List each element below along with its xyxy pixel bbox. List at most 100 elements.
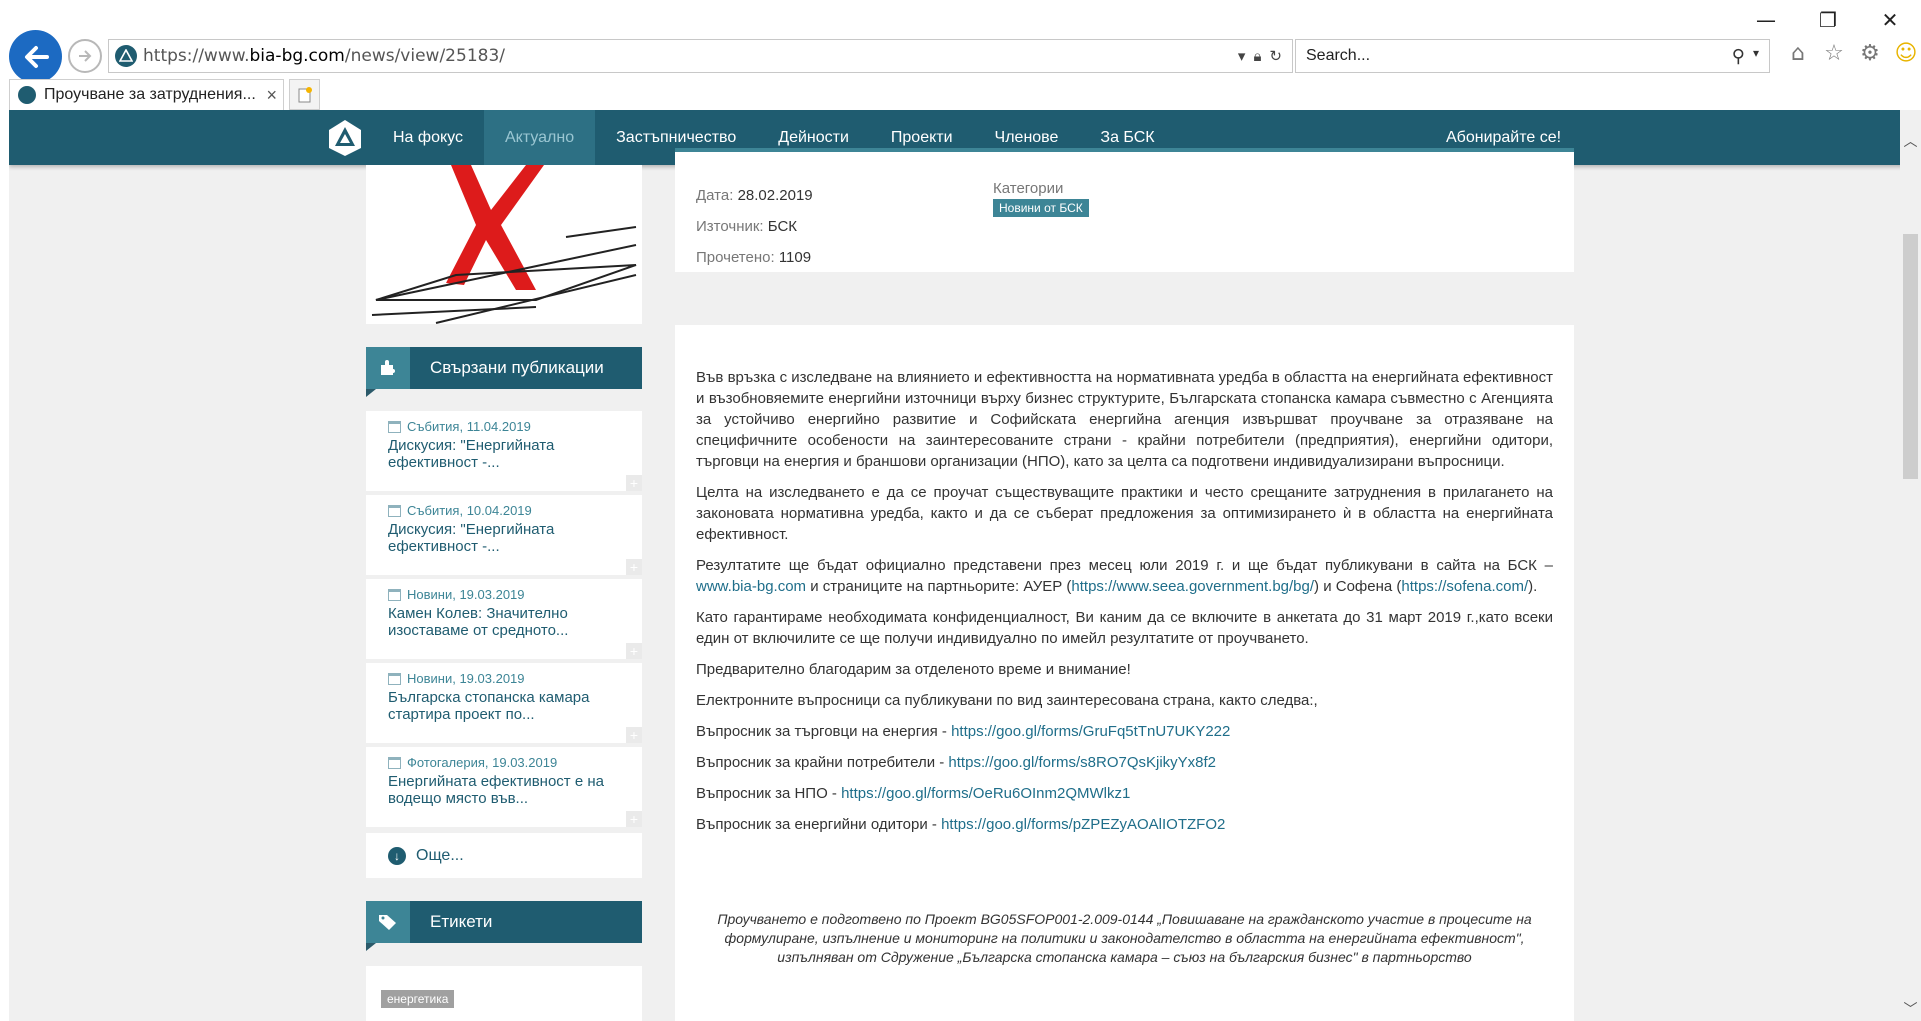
publication-meta-text: Новини, 19.03.2019 (407, 671, 525, 686)
nav-item-current[interactable]: Актуално (483, 110, 596, 165)
home-icon[interactable]: ⌂ (1785, 40, 1811, 66)
search-tools: ⚲ ▾ (1732, 46, 1769, 67)
article-paragraph: Като гарантираме необходимата конфиденци… (696, 609, 1553, 647)
tab-title: Проучване за затруднения... (44, 86, 256, 103)
questionnaire-row: Въпросник за енергийни одитори - https:/… (696, 814, 1553, 835)
article-paragraph: Резултатите ще бъдат официално представе… (696, 555, 1553, 597)
text: ). (1528, 578, 1538, 595)
scroll-up-icon[interactable]: ︿ (1900, 130, 1921, 151)
category-badge[interactable]: Новини от БСК (993, 199, 1089, 217)
bsk-site-link[interactable]: www.bia-bg.com (696, 578, 806, 595)
chevron-down-icon[interactable]: ▾ (1753, 46, 1759, 67)
address-bar[interactable]: https://www.bia-bg.com/news/view/25183/ … (108, 39, 1293, 73)
publication-meta-text: Събития, 11.04.2019 (407, 419, 531, 434)
url-prefix: https://www. (143, 46, 250, 66)
plus-icon[interactable]: + (626, 811, 642, 827)
search-box[interactable]: ⚲ ▾ (1295, 39, 1770, 73)
close-tab-icon[interactable]: × (260, 85, 283, 106)
read-value: 1109 (778, 249, 812, 266)
page-viewport: На фокус Актуално Застъпничество Дейност… (9, 110, 1909, 1021)
url-text[interactable]: https://www.bia-bg.com/news/view/25183/ (143, 46, 1238, 66)
related-publications-title: Свързани публикации (430, 358, 604, 377)
close-window-button[interactable]: ✕ (1859, 0, 1921, 40)
scroll-down-icon[interactable]: ﹀ (1900, 998, 1921, 1019)
search-icon[interactable]: ⚲ (1732, 46, 1745, 67)
browser-chrome: — ❐ ✕ https://www.bia-bg.com/news/view/2… (0, 0, 1921, 110)
star-icon[interactable]: ☆ (1821, 40, 1847, 66)
questionnaire-row: Въпросник за НПО - https://goo.gl/forms/… (696, 783, 1553, 804)
nav-item-focus[interactable]: На фокус (372, 110, 484, 165)
dropdown-icon[interactable]: ▾ (1238, 47, 1246, 65)
plus-icon[interactable]: + (626, 727, 642, 743)
publication-title[interactable]: Енергийната ефективност е на водещо мяст… (388, 773, 620, 807)
photo-icon (388, 756, 401, 769)
publication-title[interactable]: Дискусия: "Енергийната ефективност -... (388, 521, 620, 555)
date-row: Дата: 28.02.2019 (696, 180, 813, 211)
meta-info: Дата: 28.02.2019 Източник: БСК Прочетено… (696, 180, 813, 273)
plus-icon[interactable]: + (626, 559, 642, 575)
news-icon (388, 588, 401, 601)
seea-link[interactable]: https://www.seea.government.bg/bg/ (1071, 578, 1314, 595)
search-input[interactable] (1306, 47, 1732, 65)
article-body: Във връзка с изследване на влиянието и е… (675, 325, 1574, 1021)
news-icon (388, 672, 401, 685)
questionnaire-label: Въпросник за енергийни одитори - (696, 816, 942, 833)
address-tools: ▾ 🔒︎ ↻ (1238, 47, 1292, 66)
tab-favicon-icon (18, 86, 36, 104)
questionnaire-link[interactable]: https://goo.gl/forms/pZPEZyAOAlIOTZFO2 (941, 816, 1225, 833)
ballot-x-image (371, 165, 637, 324)
publication-meta: Събития, 10.04.2019 (388, 503, 620, 518)
minimize-button[interactable]: — (1735, 0, 1797, 40)
restore-button[interactable]: ❐ (1797, 0, 1859, 40)
publication-item[interactable]: Събития, 11.04.2019 Дискусия: "Енергийна… (366, 411, 642, 491)
publication-item[interactable]: Събития, 10.04.2019 Дискусия: "Енергийна… (366, 495, 642, 575)
questionnaire-link[interactable]: https://goo.gl/forms/GruFq5tTnU7UKY222 (951, 723, 1230, 740)
scrollbar-thumb[interactable] (1903, 234, 1918, 479)
questionnaire-link[interactable]: https://goo.gl/forms/OeRu6OInm2QMWlkz1 (841, 785, 1130, 802)
calendar-icon (388, 504, 401, 517)
publication-title[interactable]: Българска стопанска камара стартира прое… (388, 689, 620, 723)
tags-list: енергетика (366, 966, 642, 1021)
more-publications-link[interactable]: ↓ Още... (366, 833, 642, 878)
smiley-feedback-icon[interactable]: ☺ (1893, 40, 1919, 66)
lock-icon[interactable]: 🔒︎ (1253, 48, 1261, 65)
article-paragraph: Целта на изследването е да се проучат съ… (696, 484, 1553, 543)
plus-icon[interactable]: + (626, 475, 642, 491)
new-tab-icon (298, 86, 312, 102)
article-paragraph: Във връзка с изследване на влиянието и е… (696, 369, 1553, 470)
forward-button[interactable] (68, 39, 102, 73)
gear-icon[interactable]: ⚙ (1857, 40, 1883, 66)
questionnaire-label: Въпросник за търговци на енергия - (696, 723, 952, 740)
publication-item[interactable]: Новини, 19.03.2019 Българска стопанска к… (366, 663, 642, 743)
publication-meta-text: Новини, 19.03.2019 (407, 587, 525, 602)
publication-title[interactable]: Камен Колев: Значително изоставаме от ср… (388, 605, 620, 639)
tag-item[interactable]: енергетика (381, 990, 455, 1008)
browser-toolbar: ⌂ ☆ ⚙ ☺ (1785, 40, 1919, 66)
vertical-scrollbar[interactable]: ︿ ﹀ (1900, 110, 1921, 1021)
related-publications-header: Свързани публикации (366, 347, 642, 389)
publication-title[interactable]: Дискусия: "Енергийната ефективност -... (388, 437, 620, 471)
questionnaire-label: Въпросник за крайни потребители - (696, 754, 949, 771)
date-value: 28.02.2019 (737, 187, 813, 204)
back-button[interactable] (9, 30, 62, 83)
more-label: Още... (416, 846, 464, 864)
calendar-icon (388, 420, 401, 433)
window-controls: — ❐ ✕ (1735, 0, 1921, 40)
questionnaire-row: Въпросник за търговци на енергия - https… (696, 721, 1553, 742)
text: и страниците на партньорите: АУЕР ( (806, 578, 1072, 595)
read-label: Прочетено: (696, 249, 775, 266)
publication-item[interactable]: Фотогалерия, 19.03.2019 Енергийната ефек… (366, 747, 642, 827)
plus-icon[interactable]: + (626, 643, 642, 659)
refresh-icon[interactable]: ↻ (1269, 47, 1282, 65)
publication-meta-text: Събития, 10.04.2019 (407, 503, 532, 518)
source-label: Източник: (696, 218, 764, 235)
browser-tab[interactable]: Проучване за затруднения... × (9, 79, 284, 110)
sofena-link[interactable]: https://sofena.com/ (1401, 578, 1528, 595)
new-tab-button[interactable] (289, 79, 320, 110)
arrow-left-icon (24, 45, 49, 68)
bsk-logo-icon[interactable] (325, 118, 365, 158)
questionnaire-link[interactable]: https://goo.gl/forms/s8RO7QsKjikyYx8f2 (948, 754, 1216, 771)
puzzle-icon (366, 347, 410, 389)
article-image (366, 165, 642, 324)
publication-item[interactable]: Новини, 19.03.2019 Камен Колев: Значител… (366, 579, 642, 659)
